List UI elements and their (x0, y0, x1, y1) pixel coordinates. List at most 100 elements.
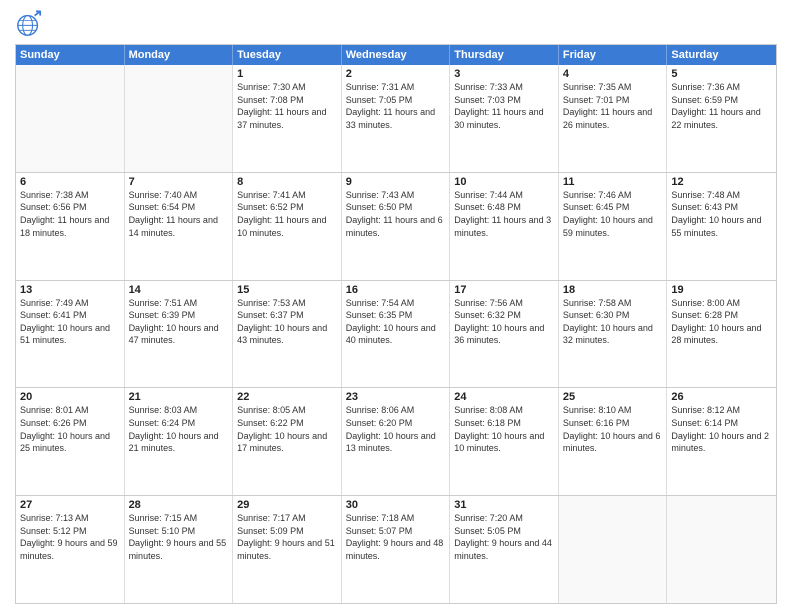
day-info: Sunrise: 7:51 AMSunset: 6:39 PMDaylight:… (129, 297, 229, 347)
day-number: 22 (237, 391, 337, 403)
day-cell-30: 30Sunrise: 7:18 AMSunset: 5:07 PMDayligh… (342, 496, 451, 603)
day-number: 4 (563, 68, 663, 80)
day-info: Sunrise: 7:18 AMSunset: 5:07 PMDaylight:… (346, 512, 446, 562)
day-number: 13 (20, 284, 120, 296)
day-cell-5: 5Sunrise: 7:36 AMSunset: 6:59 PMDaylight… (667, 65, 776, 172)
day-cell-9: 9Sunrise: 7:43 AMSunset: 6:50 PMDaylight… (342, 173, 451, 280)
day-cell-4: 4Sunrise: 7:35 AMSunset: 7:01 PMDaylight… (559, 65, 668, 172)
day-info: Sunrise: 7:36 AMSunset: 6:59 PMDaylight:… (671, 81, 772, 131)
day-number: 15 (237, 284, 337, 296)
weekday-header-thursday: Thursday (450, 45, 559, 65)
day-cell-21: 21Sunrise: 8:03 AMSunset: 6:24 PMDayligh… (125, 388, 234, 495)
day-info: Sunrise: 7:20 AMSunset: 5:05 PMDaylight:… (454, 512, 554, 562)
day-info: Sunrise: 7:41 AMSunset: 6:52 PMDaylight:… (237, 189, 337, 239)
day-cell-26: 26Sunrise: 8:12 AMSunset: 6:14 PMDayligh… (667, 388, 776, 495)
page: SundayMondayTuesdayWednesdayThursdayFrid… (0, 0, 792, 612)
day-cell-28: 28Sunrise: 7:15 AMSunset: 5:10 PMDayligh… (125, 496, 234, 603)
day-cell-6: 6Sunrise: 7:38 AMSunset: 6:56 PMDaylight… (16, 173, 125, 280)
day-info: Sunrise: 7:13 AMSunset: 5:12 PMDaylight:… (20, 512, 120, 562)
day-number: 16 (346, 284, 446, 296)
day-number: 26 (671, 391, 772, 403)
calendar-week-1: 1Sunrise: 7:30 AMSunset: 7:08 PMDaylight… (16, 65, 776, 172)
day-cell-29: 29Sunrise: 7:17 AMSunset: 5:09 PMDayligh… (233, 496, 342, 603)
empty-cell (16, 65, 125, 172)
header (15, 10, 777, 38)
day-number: 23 (346, 391, 446, 403)
day-number: 14 (129, 284, 229, 296)
day-number: 20 (20, 391, 120, 403)
day-cell-27: 27Sunrise: 7:13 AMSunset: 5:12 PMDayligh… (16, 496, 125, 603)
day-number: 17 (454, 284, 554, 296)
day-number: 1 (237, 68, 337, 80)
day-cell-22: 22Sunrise: 8:05 AMSunset: 6:22 PMDayligh… (233, 388, 342, 495)
day-info: Sunrise: 8:08 AMSunset: 6:18 PMDaylight:… (454, 404, 554, 454)
day-info: Sunrise: 8:06 AMSunset: 6:20 PMDaylight:… (346, 404, 446, 454)
day-number: 30 (346, 499, 446, 511)
calendar-header: SundayMondayTuesdayWednesdayThursdayFrid… (16, 45, 776, 65)
day-number: 10 (454, 176, 554, 188)
day-info: Sunrise: 7:40 AMSunset: 6:54 PMDaylight:… (129, 189, 229, 239)
day-cell-24: 24Sunrise: 8:08 AMSunset: 6:18 PMDayligh… (450, 388, 559, 495)
day-cell-10: 10Sunrise: 7:44 AMSunset: 6:48 PMDayligh… (450, 173, 559, 280)
day-info: Sunrise: 8:01 AMSunset: 6:26 PMDaylight:… (20, 404, 120, 454)
day-info: Sunrise: 8:00 AMSunset: 6:28 PMDaylight:… (671, 297, 772, 347)
day-number: 11 (563, 176, 663, 188)
day-cell-15: 15Sunrise: 7:53 AMSunset: 6:37 PMDayligh… (233, 281, 342, 388)
day-cell-1: 1Sunrise: 7:30 AMSunset: 7:08 PMDaylight… (233, 65, 342, 172)
day-cell-7: 7Sunrise: 7:40 AMSunset: 6:54 PMDaylight… (125, 173, 234, 280)
day-info: Sunrise: 8:03 AMSunset: 6:24 PMDaylight:… (129, 404, 229, 454)
day-info: Sunrise: 7:56 AMSunset: 6:32 PMDaylight:… (454, 297, 554, 347)
day-info: Sunrise: 7:15 AMSunset: 5:10 PMDaylight:… (129, 512, 229, 562)
day-info: Sunrise: 7:49 AMSunset: 6:41 PMDaylight:… (20, 297, 120, 347)
day-info: Sunrise: 7:44 AMSunset: 6:48 PMDaylight:… (454, 189, 554, 239)
day-cell-18: 18Sunrise: 7:58 AMSunset: 6:30 PMDayligh… (559, 281, 668, 388)
day-info: Sunrise: 8:05 AMSunset: 6:22 PMDaylight:… (237, 404, 337, 454)
empty-cell (559, 496, 668, 603)
day-cell-31: 31Sunrise: 7:20 AMSunset: 5:05 PMDayligh… (450, 496, 559, 603)
day-cell-16: 16Sunrise: 7:54 AMSunset: 6:35 PMDayligh… (342, 281, 451, 388)
day-info: Sunrise: 8:10 AMSunset: 6:16 PMDaylight:… (563, 404, 663, 454)
day-number: 24 (454, 391, 554, 403)
calendar-week-4: 20Sunrise: 8:01 AMSunset: 6:26 PMDayligh… (16, 387, 776, 495)
day-number: 25 (563, 391, 663, 403)
day-info: Sunrise: 7:31 AMSunset: 7:05 PMDaylight:… (346, 81, 446, 131)
day-number: 27 (20, 499, 120, 511)
day-cell-8: 8Sunrise: 7:41 AMSunset: 6:52 PMDaylight… (233, 173, 342, 280)
day-info: Sunrise: 7:48 AMSunset: 6:43 PMDaylight:… (671, 189, 772, 239)
day-info: Sunrise: 7:17 AMSunset: 5:09 PMDaylight:… (237, 512, 337, 562)
logo-icon (15, 10, 43, 38)
empty-cell (125, 65, 234, 172)
calendar-body: 1Sunrise: 7:30 AMSunset: 7:08 PMDaylight… (16, 65, 776, 603)
day-cell-3: 3Sunrise: 7:33 AMSunset: 7:03 PMDaylight… (450, 65, 559, 172)
day-number: 7 (129, 176, 229, 188)
day-number: 12 (671, 176, 772, 188)
day-cell-12: 12Sunrise: 7:48 AMSunset: 6:43 PMDayligh… (667, 173, 776, 280)
day-number: 18 (563, 284, 663, 296)
calendar-week-5: 27Sunrise: 7:13 AMSunset: 5:12 PMDayligh… (16, 495, 776, 603)
day-info: Sunrise: 7:35 AMSunset: 7:01 PMDaylight:… (563, 81, 663, 131)
day-info: Sunrise: 7:53 AMSunset: 6:37 PMDaylight:… (237, 297, 337, 347)
day-number: 19 (671, 284, 772, 296)
weekday-header-monday: Monday (125, 45, 234, 65)
day-number: 6 (20, 176, 120, 188)
day-number: 2 (346, 68, 446, 80)
day-number: 28 (129, 499, 229, 511)
calendar-week-2: 6Sunrise: 7:38 AMSunset: 6:56 PMDaylight… (16, 172, 776, 280)
weekday-header-tuesday: Tuesday (233, 45, 342, 65)
weekday-header-saturday: Saturday (667, 45, 776, 65)
day-cell-14: 14Sunrise: 7:51 AMSunset: 6:39 PMDayligh… (125, 281, 234, 388)
day-number: 8 (237, 176, 337, 188)
weekday-header-friday: Friday (559, 45, 668, 65)
weekday-header-wednesday: Wednesday (342, 45, 451, 65)
day-info: Sunrise: 7:43 AMSunset: 6:50 PMDaylight:… (346, 189, 446, 239)
day-number: 21 (129, 391, 229, 403)
weekday-header-sunday: Sunday (16, 45, 125, 65)
day-number: 9 (346, 176, 446, 188)
day-cell-19: 19Sunrise: 8:00 AMSunset: 6:28 PMDayligh… (667, 281, 776, 388)
logo (15, 10, 47, 38)
day-info: Sunrise: 7:33 AMSunset: 7:03 PMDaylight:… (454, 81, 554, 131)
day-info: Sunrise: 7:30 AMSunset: 7:08 PMDaylight:… (237, 81, 337, 131)
day-number: 5 (671, 68, 772, 80)
day-info: Sunrise: 7:54 AMSunset: 6:35 PMDaylight:… (346, 297, 446, 347)
day-cell-25: 25Sunrise: 8:10 AMSunset: 6:16 PMDayligh… (559, 388, 668, 495)
